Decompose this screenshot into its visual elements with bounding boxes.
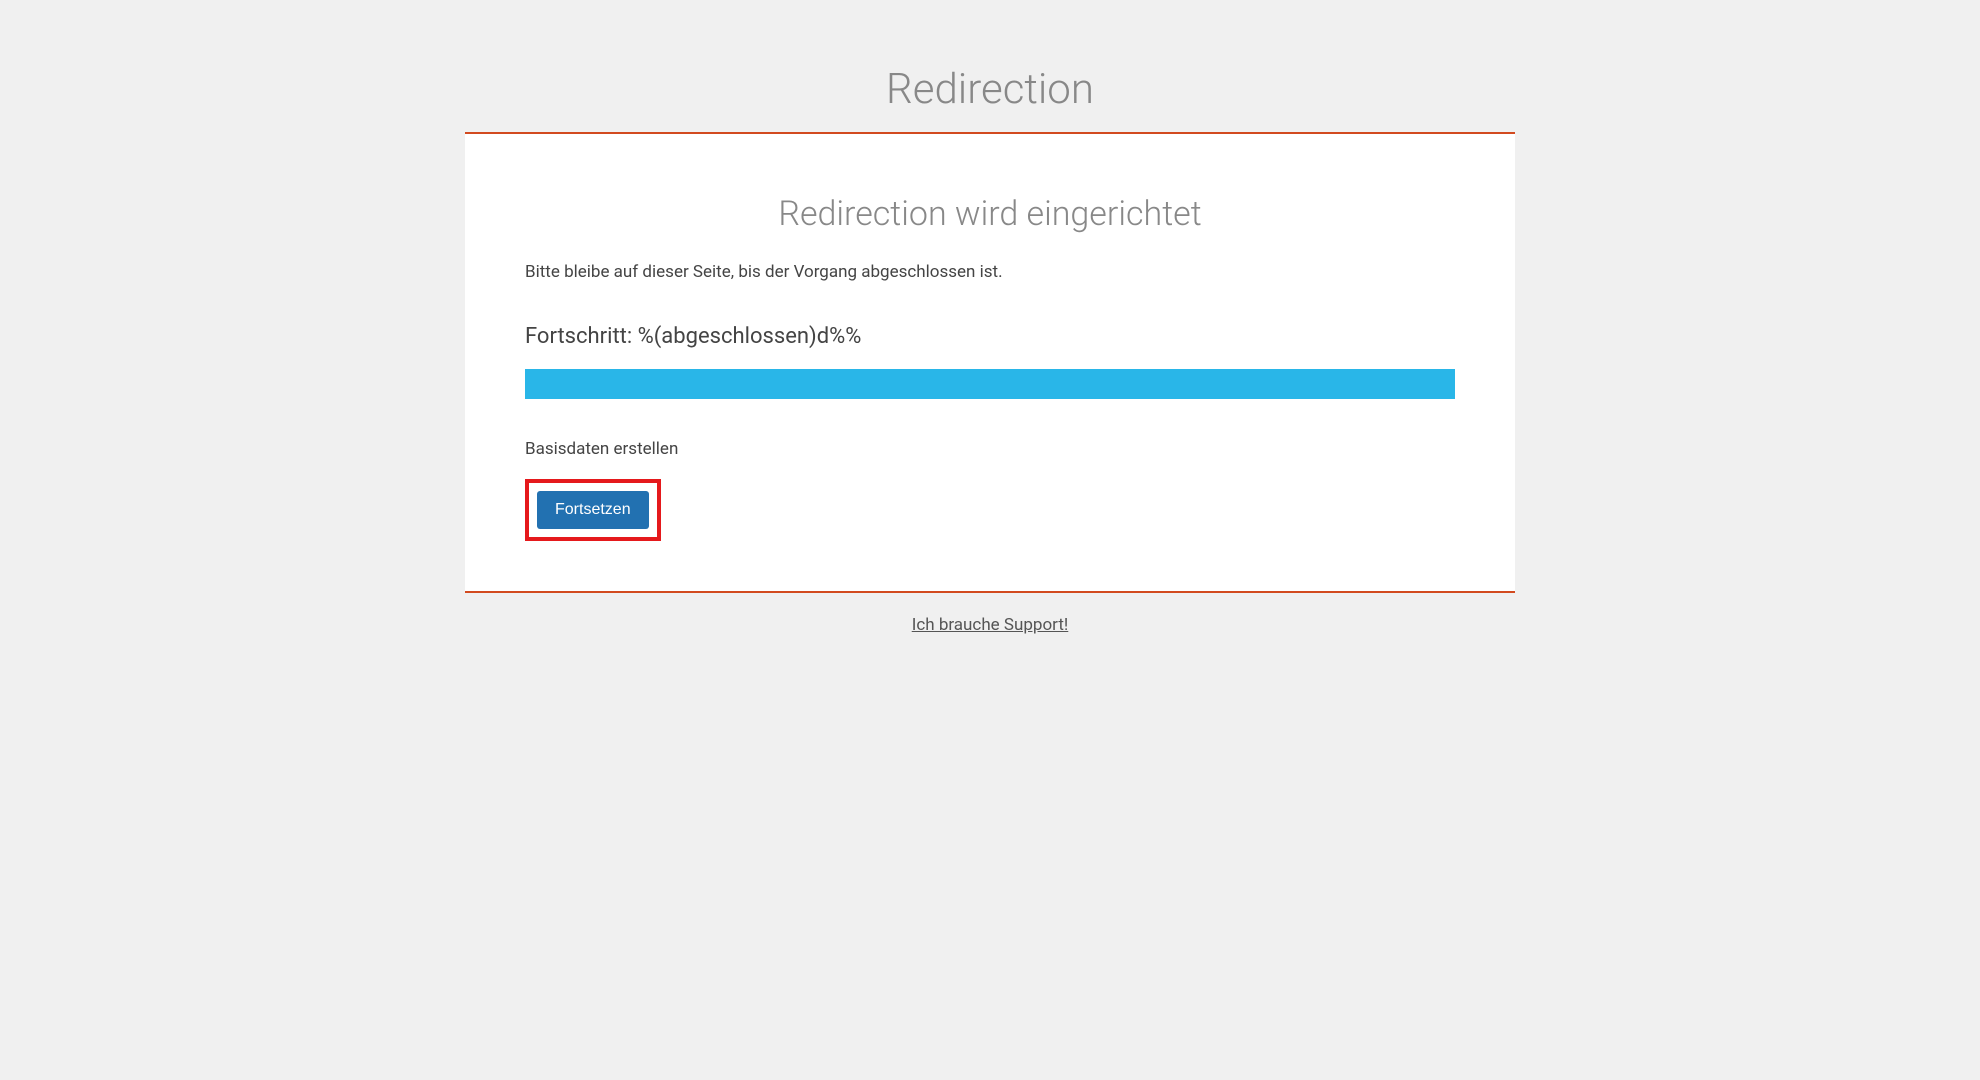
instruction-text: Bitte bleibe auf dieser Seite, bis der V… [525,262,1455,282]
continue-button[interactable]: Fortsetzen [537,491,649,529]
highlight-box: Fortsetzen [525,479,661,541]
divider-bottom [465,591,1515,593]
progress-bar [525,369,1455,399]
page-title: Redirection [465,65,1515,114]
support-link[interactable]: Ich brauche Support! [912,615,1069,635]
status-text: Basisdaten erstellen [525,439,1455,459]
progress-label: Fortschritt: %(abgeschlossen)d%% [525,324,1455,349]
card-heading: Redirection wird eingerichtet [525,194,1455,234]
support-link-row: Ich brauche Support! [465,615,1515,635]
progress-bar-fill [525,369,1455,399]
page-container: Redirection Redirection wird eingerichte… [465,0,1515,635]
setup-card: Redirection wird eingerichtet Bitte blei… [465,134,1515,591]
